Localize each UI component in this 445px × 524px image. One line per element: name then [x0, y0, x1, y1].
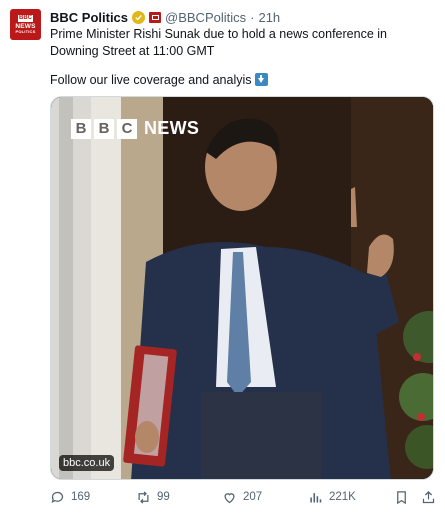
tweet-text-line1: Prime Minister Rishi Sunak due to hold a… [50, 27, 387, 58]
like-count: 207 [243, 491, 263, 503]
verified-badge-icon[interactable] [132, 10, 146, 24]
retweet-count: 99 [157, 491, 170, 503]
tweet-header: BBC Politics @BBCPolitics · 21h [50, 9, 280, 25]
tweet-actions: 169 99 207 221K [50, 488, 438, 506]
watermark-letter-b1: B [71, 118, 91, 139]
tweet-media[interactable]: B B C NEWS bbc.co.uk [50, 96, 434, 480]
reply-button[interactable]: 169 [50, 490, 90, 505]
separator-dot: · [250, 9, 255, 25]
bookmark-button[interactable] [394, 490, 409, 505]
heart-icon [224, 492, 235, 503]
avatar[interactable]: BBC NEWS POLITICS [10, 9, 41, 40]
watermark-news: NEWS [144, 118, 200, 138]
tweet-text: Prime Minister Rishi Sunak due to hold a… [50, 26, 430, 89]
timestamp[interactable]: 21h [258, 10, 280, 25]
affiliation-badge-icon[interactable] [149, 11, 162, 23]
bbc-news-watermark: B B C NEWS [71, 118, 199, 139]
author-name[interactable]: BBC Politics [50, 10, 128, 25]
author-handle[interactable]: @BBCPolitics [165, 10, 246, 25]
bookmark-icon [397, 490, 406, 504]
share-icon [422, 490, 435, 503]
down-arrow-icon [254, 73, 268, 86]
tweet[interactable]: BBC NEWS POLITICS BBC Politics @BBCPolit… [0, 0, 445, 524]
watermark-letter-b2: B [94, 118, 114, 139]
views-button[interactable]: 221K [308, 490, 356, 505]
like-button[interactable]: 207 [222, 490, 262, 505]
avatar-politics-text: POLITICS [15, 29, 36, 35]
reply-icon [51, 491, 64, 503]
share-button[interactable] [421, 490, 436, 505]
retweet-button[interactable]: 99 [136, 490, 170, 505]
avatar-bbc-text: BBC [18, 14, 33, 22]
media-source-badge[interactable]: bbc.co.uk [59, 455, 115, 471]
media-photo [51, 97, 433, 479]
views-chart-icon [310, 492, 322, 502]
watermark-letter-c: C [117, 118, 137, 139]
view-count: 221K [329, 491, 356, 503]
retweet-icon [138, 490, 149, 504]
tweet-text-line2-content: Follow our live coverage and analyis [50, 73, 252, 87]
reply-count: 169 [71, 491, 91, 503]
avatar-bbc-blocks: BBC [18, 14, 33, 22]
tweet-text-line2: Follow our live coverage and analyis [50, 72, 430, 89]
